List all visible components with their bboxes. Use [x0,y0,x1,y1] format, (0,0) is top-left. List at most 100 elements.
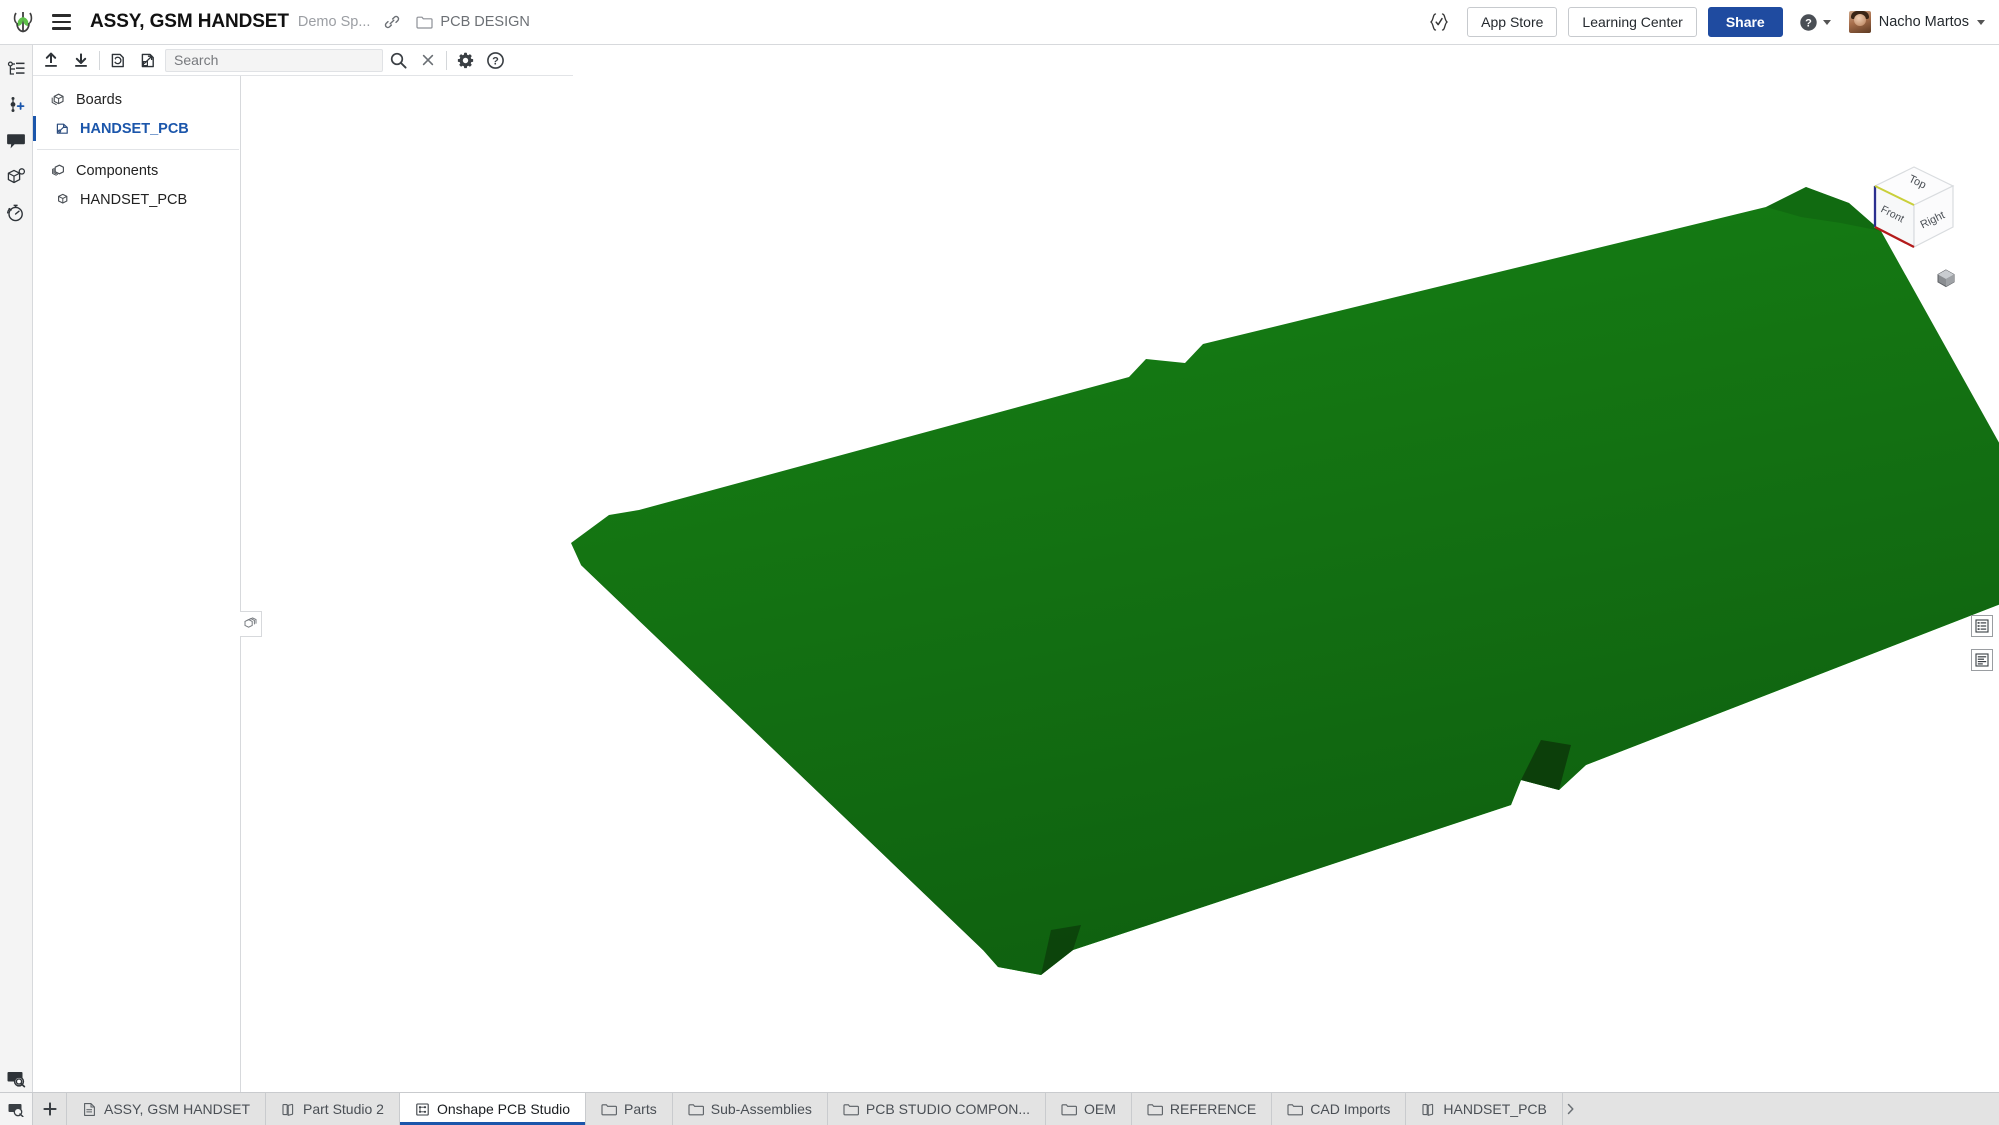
learning-center-button[interactable]: Learning Center [1568,7,1696,37]
tree-item-handset-pcb-component[interactable]: HANDSET_PCB [33,185,240,214]
tree-divider [37,149,239,150]
boards-group-icon [50,91,67,108]
sidebar-comments[interactable] [0,123,33,159]
tab-assy-gsm-handset[interactable]: ASSY, GSM HANDSET [67,1093,266,1125]
open-detail-panel-button[interactable] [1971,649,1993,671]
pcb-board-model[interactable] [241,45,1999,1092]
tab-label: Onshape PCB Studio [437,1101,570,1117]
folder-icon [688,1103,704,1116]
workspace-label: Demo Sp... [298,14,371,30]
avatar [1849,11,1871,33]
component-icon [54,191,71,208]
collapse-panel-icon[interactable] [240,611,262,637]
sidebar-insert[interactable] [0,87,33,123]
tab-handset-pcb[interactable]: HANDSET_PCB [1406,1093,1562,1125]
tab-label: CAD Imports [1310,1101,1390,1117]
add-tab-icon[interactable] [33,1093,67,1125]
tab-pcb-studio-components[interactable]: PCB STUDIO COMPON... [828,1093,1046,1125]
share-button[interactable]: Share [1708,7,1783,37]
tab-manager-icon[interactable] [0,1093,33,1125]
tab-part-studio-2[interactable]: Part Studio 2 [266,1093,400,1125]
part-studio-icon [1421,1102,1436,1117]
pcb-tree: Boards HANDSET_PCB [33,76,240,1092]
tree-group-boards: Boards HANDSET_PCB [33,85,240,143]
toolbar-divider-2 [446,51,447,70]
curly-check-icon[interactable] [1427,12,1451,32]
breadcrumb[interactable]: PCB DESIGN [416,14,529,30]
user-name-label: Nacho Martos [1879,14,1969,30]
viewport-right-buttons [1971,615,1993,671]
search-input[interactable] [174,52,374,68]
tab-sub-assemblies[interactable]: Sub-Assemblies [673,1093,828,1125]
close-x-icon[interactable] [413,46,443,74]
help-circle-icon[interactable]: ? [480,46,510,74]
tab-label: HANDSET_PCB [1443,1101,1546,1117]
zoom-select-icon[interactable] [0,1068,33,1088]
folder-icon [601,1103,617,1116]
gear-icon[interactable] [450,46,480,74]
tab-label: REFERENCE [1170,1101,1256,1117]
tab-parts[interactable]: Parts [586,1093,673,1125]
help-circle-icon: ? [1799,13,1818,32]
tab-reference[interactable]: REFERENCE [1132,1093,1272,1125]
pcb-tree-panel: ? Boards [33,45,241,1092]
download-arrow-icon[interactable] [66,46,96,74]
selection-indicator [33,116,36,141]
tree-group-header-boards[interactable]: Boards [33,85,240,114]
link-icon[interactable] [384,14,400,30]
tree-item-label: HANDSET_PCB [80,192,187,208]
pcb-toolbar: ? [33,45,573,76]
upload-arrow-icon[interactable] [36,46,66,74]
assembly-icon [82,1102,97,1117]
tab-oem[interactable]: OEM [1046,1093,1132,1125]
chevron-down-icon [1823,20,1831,25]
tree-group-label: Boards [76,92,122,108]
main-body: ? Boards [0,45,1999,1092]
folder-icon [416,15,433,29]
chevron-down-icon [1977,20,1985,25]
pcb-studio-icon [415,1102,430,1117]
board-icon [54,120,71,137]
tab-label: PCB STUDIO COMPON... [866,1101,1030,1117]
onshape-pcb-studio-window: ASSY, GSM HANDSET Demo Sp... PCB DESIGN [0,0,1999,1125]
sidebar-feature-tree[interactable] [0,51,33,87]
folder-icon [1061,1103,1077,1116]
top-header: ASSY, GSM HANDSET Demo Sp... PCB DESIGN [0,0,1999,45]
onshape-logo-icon[interactable] [6,5,40,39]
sidebar-parts[interactable] [0,159,33,195]
3d-viewport[interactable]: Top Front Right [241,45,1999,1092]
breadcrumb-label: PCB DESIGN [440,14,529,30]
tree-item-handset-pcb-board[interactable]: HANDSET_PCB [33,114,240,143]
tab-label: OEM [1084,1101,1116,1117]
export-board-icon[interactable] [133,46,163,74]
open-list-panel-button[interactable] [1971,615,1993,637]
search-icon[interactable] [383,46,413,74]
import-board-icon[interactable] [103,46,133,74]
tab-label: ASSY, GSM HANDSET [104,1101,250,1117]
folder-icon [1147,1103,1163,1116]
search-input-wrapper[interactable] [165,49,383,72]
hamburger-menu-icon[interactable] [46,7,76,37]
tab-cad-imports[interactable]: CAD Imports [1272,1093,1406,1125]
folder-icon [1287,1103,1303,1116]
tree-group-components: Components HANDSET_PCB [33,156,240,214]
folder-icon [843,1103,859,1116]
components-group-icon [50,162,67,179]
user-menu[interactable]: Nacho Martos [1849,11,1985,33]
toolbar-divider [99,51,100,70]
tree-group-header-components[interactable]: Components [33,156,240,185]
sidebar-history[interactable] [0,195,33,231]
display-style-cube-icon[interactable] [1935,267,1957,289]
part-studio-icon [281,1102,296,1117]
svg-text:?: ? [492,55,499,67]
tree-item-label: HANDSET_PCB [80,121,189,137]
bottom-tab-bar: ASSY, GSM HANDSET Part Studio 2 [0,1092,1999,1125]
page-title: ASSY, GSM HANDSET [90,11,289,33]
help-menu[interactable]: ? [1799,13,1831,32]
app-store-button[interactable]: App Store [1467,7,1557,37]
tab-scroll-right-icon[interactable] [1563,1093,1579,1125]
tab-onshape-pcb-studio[interactable]: Onshape PCB Studio [400,1093,586,1125]
view-cube[interactable]: Top Front Right [1859,153,1969,263]
tree-group-label: Components [76,163,158,179]
tab-label: Sub-Assemblies [711,1101,812,1117]
